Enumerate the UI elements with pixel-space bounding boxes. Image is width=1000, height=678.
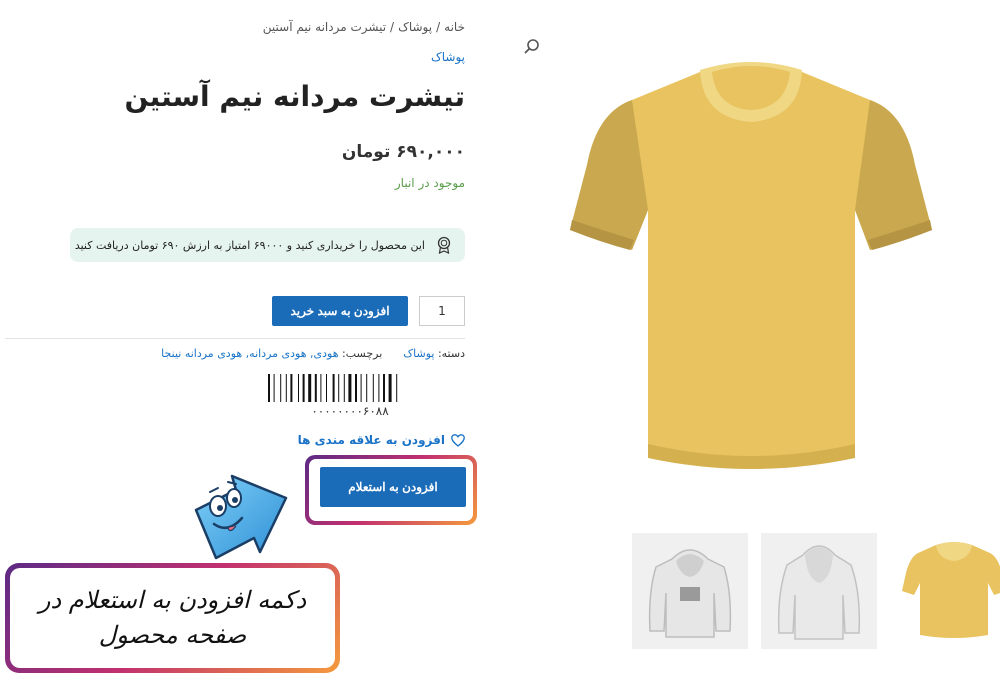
breadcrumb-separator: / (390, 20, 395, 34)
search-icon[interactable] (524, 38, 540, 54)
breadcrumb-home[interactable]: خانه (444, 20, 465, 34)
barcode-bar (320, 374, 322, 402)
barcode (268, 374, 398, 402)
add-to-cart-button[interactable]: افزودن به سبد خرید (272, 296, 408, 326)
barcode-bar (280, 374, 282, 402)
tshirt-thumb-image (902, 542, 1000, 638)
product-thumbnail-selected[interactable] (892, 533, 1000, 649)
divider (5, 338, 465, 339)
barcode-bar (314, 374, 317, 402)
barcode-bar (378, 374, 380, 402)
barcode-bar (268, 374, 270, 402)
barcode-bar (326, 374, 327, 402)
points-notice-text: این محصول را خریداری کنید و ۶۹۰۰۰ امتیاز… (74, 238, 425, 252)
points-notice: این محصول را خریداری کنید و ۶۹۰۰۰ امتیاز… (70, 228, 465, 262)
barcode-bar (355, 374, 357, 402)
barcode-bar (290, 374, 293, 402)
callout-line-2: صفحه محصول (98, 621, 247, 649)
hoodie-back-image (777, 545, 861, 640)
product-category-link[interactable]: پوشاک (431, 50, 465, 64)
barcode-bar (273, 374, 275, 402)
breadcrumb-current: تیشرت مردانه نیم آستین (262, 20, 387, 34)
product-thumbnail[interactable] (761, 533, 877, 649)
barcode-bar (332, 374, 335, 402)
product-thumbnail[interactable] (632, 533, 748, 649)
product-title: تیشرت مردانه نیم آستین (124, 80, 465, 113)
add-to-inquiry-button[interactable]: افزودن به استعلام (320, 467, 466, 507)
inquiry-highlight-frame: افزودن به استعلام (305, 455, 477, 525)
heart-icon (451, 433, 465, 447)
barcode-bar (348, 374, 352, 402)
callout-line-1: دکمه افزودن به استعلام در (38, 586, 307, 615)
meta-tags-links[interactable]: هودی, هودی مردانه, هودی مردانه نینجا (161, 347, 338, 360)
barcode-bar (298, 374, 299, 402)
breadcrumb-separator: / (436, 20, 441, 34)
breadcrumb-category[interactable]: پوشاک (398, 20, 432, 34)
product-price: ۶۹۰,۰۰۰ تومان (341, 142, 465, 162)
barcode-number: ۰۰۰۰۰۰۰۰۶۰۸۸ (311, 404, 389, 418)
hoodie-front-image (648, 549, 732, 638)
product-meta: دسته: پوشاک برچسب: هودی, هودی مردانه, هو… (161, 347, 465, 360)
barcode-bar (343, 374, 345, 402)
barcode-bar (396, 374, 398, 402)
stock-status: موجود در انبار (394, 176, 465, 190)
award-icon (437, 236, 451, 254)
barcode-bar (372, 374, 374, 402)
barcode-bar (360, 374, 362, 402)
barcode-bar (388, 374, 392, 402)
wishlist-label: افزودن به علاقه مندی ها (297, 433, 445, 447)
barcode-bar (285, 374, 287, 402)
barcode-bar (302, 374, 305, 402)
barcode-bar (308, 374, 312, 402)
meta-tags-label: برچسب: (342, 347, 383, 360)
quantity-input[interactable]: 1 (419, 296, 465, 326)
product-main-image[interactable] (570, 60, 932, 478)
meta-category-label: دسته: (437, 347, 465, 360)
arrow-mascot-illustration (194, 474, 288, 560)
barcode-bar (383, 374, 385, 402)
breadcrumb: خانه/پوشاک/تیشرت مردانه نیم آستین (263, 20, 465, 34)
barcode-bar (366, 374, 368, 402)
meta-category-link[interactable]: پوشاک (403, 347, 434, 360)
barcode-bar (338, 374, 340, 402)
wishlist-link[interactable]: افزودن به علاقه مندی ها (298, 433, 465, 447)
annotation-callout: دکمه افزودن به استعلام در صفحه محصول (5, 563, 340, 673)
